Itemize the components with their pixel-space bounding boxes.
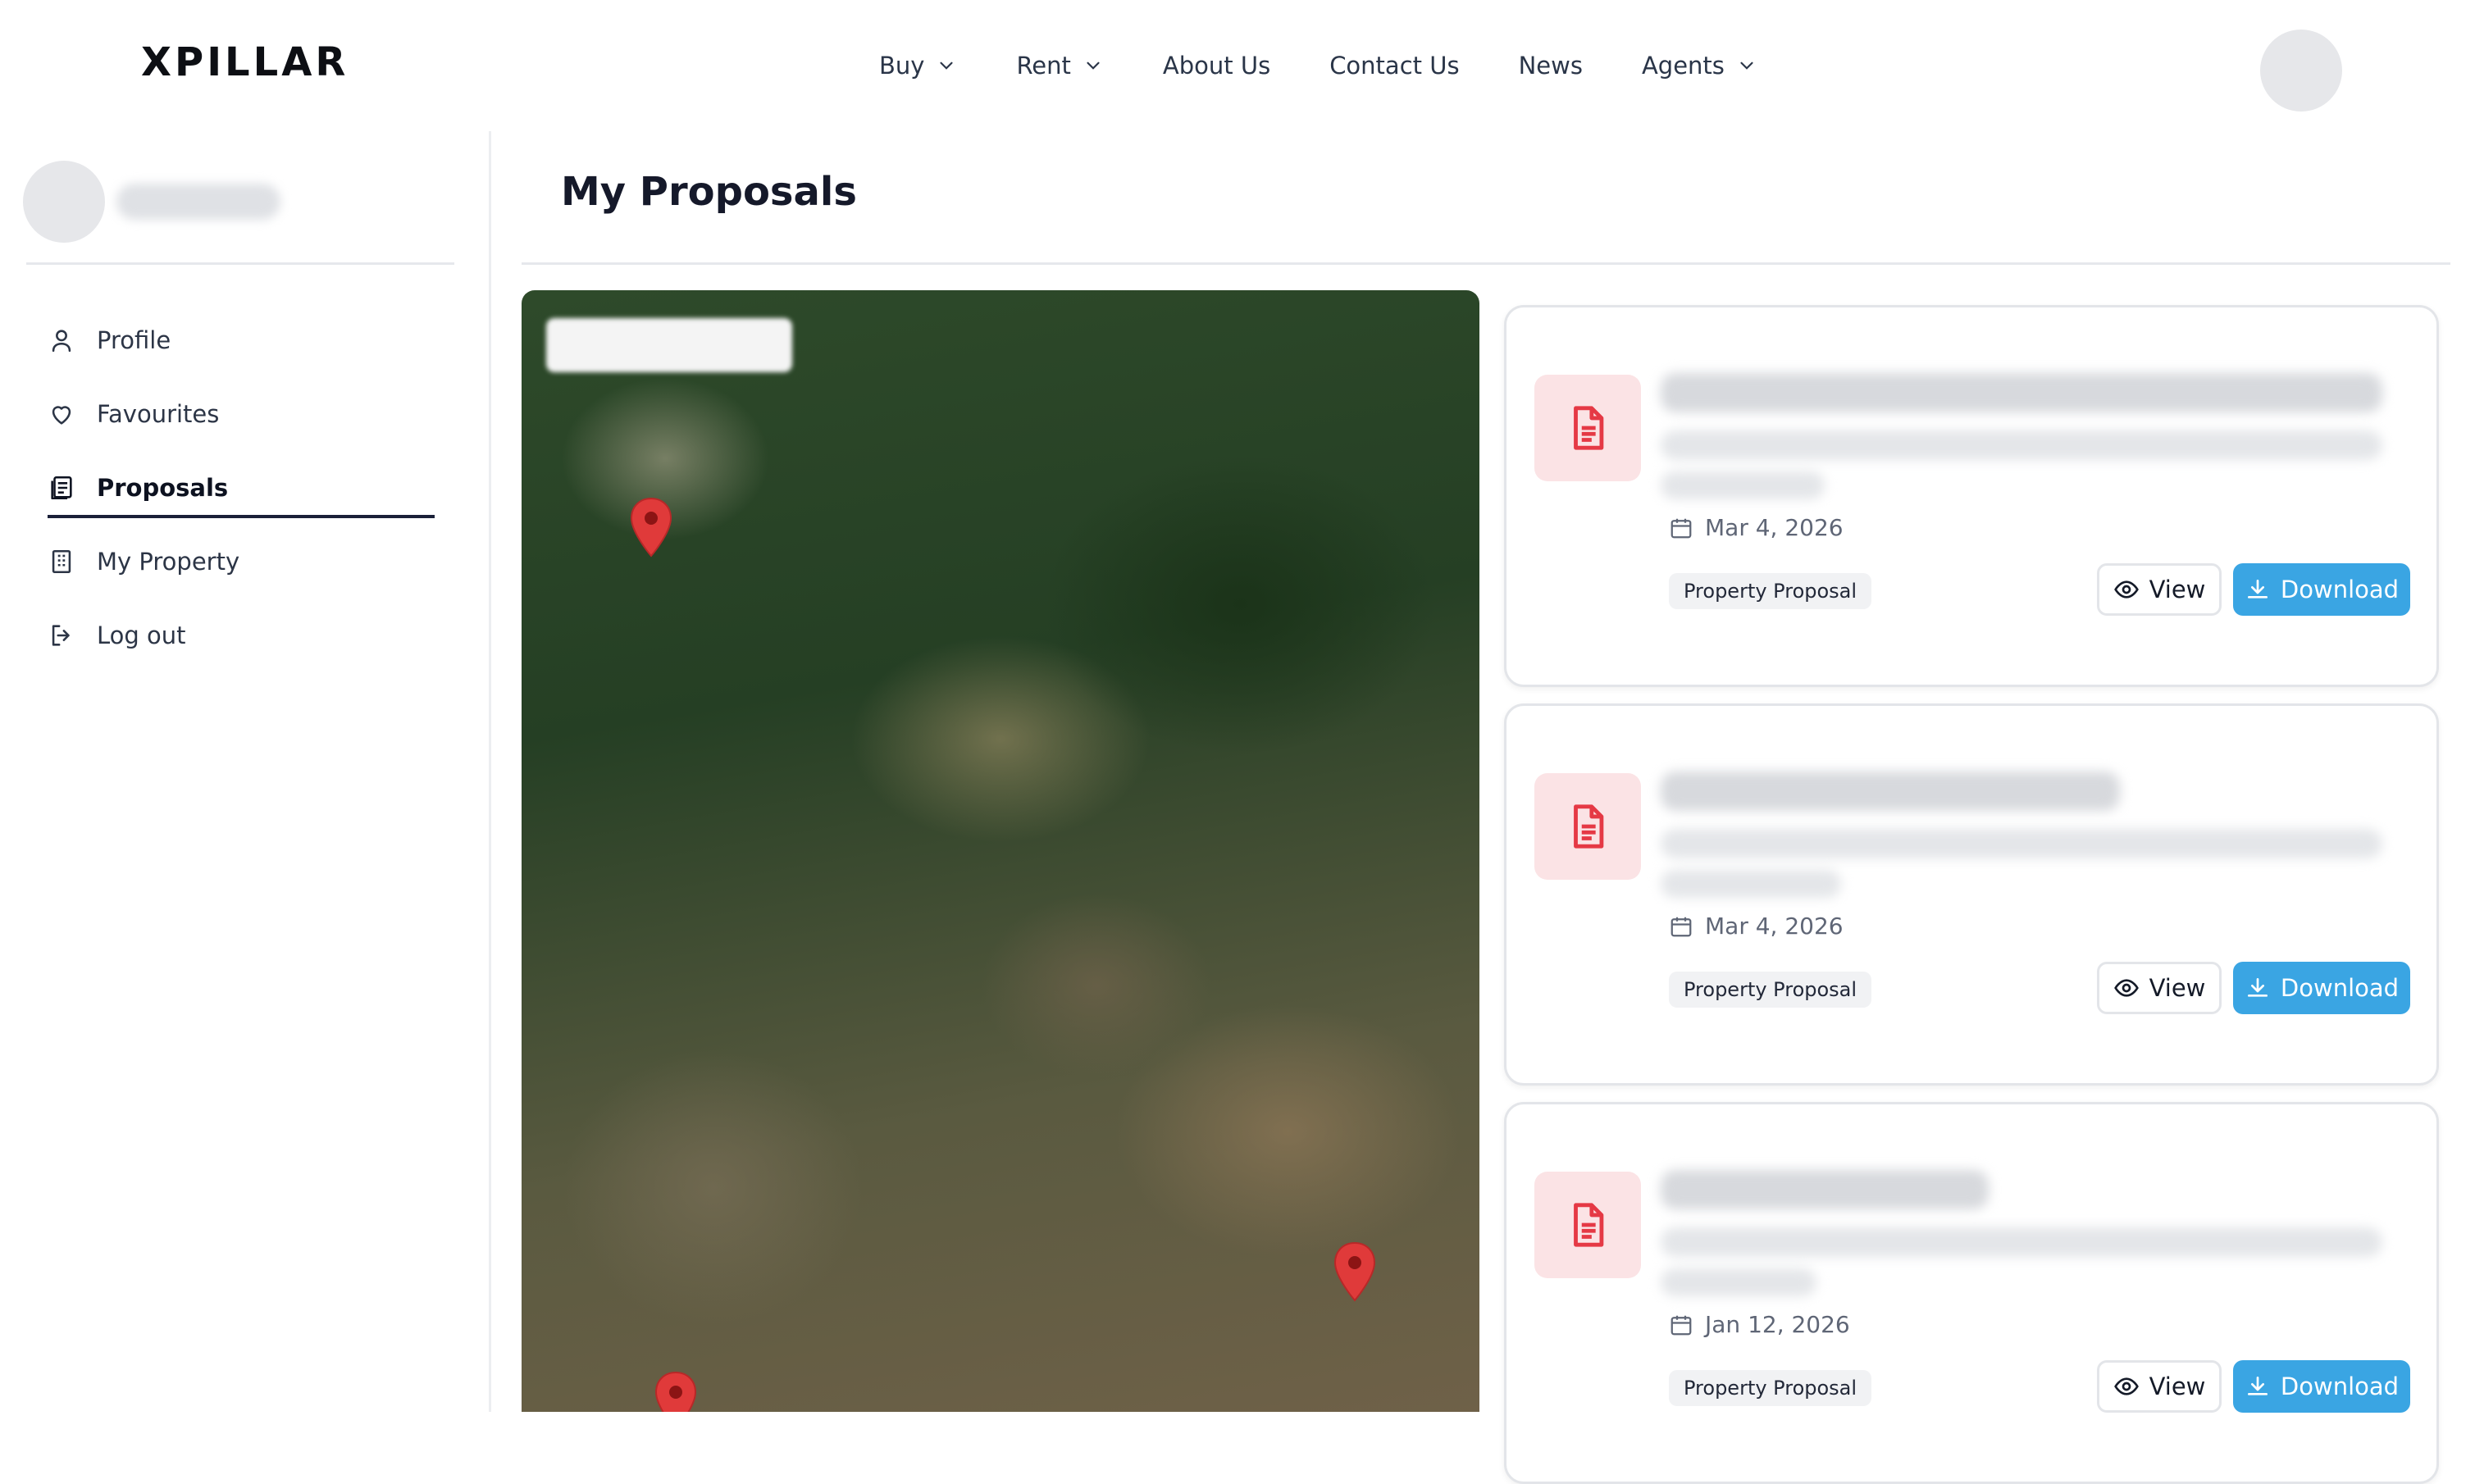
sidebar-item-favourites[interactable]: Favourites (48, 377, 435, 451)
document-icon-box (1534, 375, 1641, 481)
satellite-map[interactable] (522, 290, 1479, 1412)
nav-item-label: Buy (879, 52, 925, 80)
main-nav: Buy Rent About Us Contact Us News Agents (879, 46, 1757, 85)
download-icon (2247, 978, 2268, 997)
proposal-card: Mar 4, 2026 Property Proposal View Downl… (1504, 305, 2439, 687)
divider (26, 262, 454, 265)
sidebar-item-proposals[interactable]: Proposals (48, 451, 435, 525)
chevron-down-icon (940, 61, 954, 70)
nav-item-label: News (1518, 52, 1583, 80)
proposal-meta-redacted (1661, 870, 1841, 898)
chevron-down-icon (1087, 61, 1100, 70)
document-icon (1574, 1203, 1604, 1247)
top-header: XPILLAR Buy Rent About Us Contact Us New… (0, 0, 2475, 131)
proposal-date: Jan 12, 2026 (1669, 1311, 1850, 1338)
user-icon (52, 330, 71, 353)
building-icon (52, 549, 71, 574)
map-pin-icon[interactable] (628, 497, 674, 559)
nav-buy[interactable]: Buy (879, 52, 957, 80)
profile-name-redacted (116, 184, 280, 220)
sidebar-item-label: My Property (97, 548, 240, 576)
map-pin-icon[interactable] (653, 1371, 699, 1412)
divider (522, 262, 2450, 265)
nav-news[interactable]: News (1519, 52, 1583, 80)
nav-item-label: Rent (1016, 52, 1071, 80)
proposal-title-redacted (1661, 373, 2382, 412)
view-button[interactable]: View (2097, 962, 2222, 1014)
nav-item-label: Agents (1641, 52, 1725, 80)
calendar-icon (1671, 1315, 1692, 1335)
nav-rent[interactable]: Rent (1016, 52, 1103, 80)
proposal-date-text: Mar 4, 2026 (1705, 514, 1844, 541)
page-title: My Proposals (561, 169, 857, 215)
download-icon (2247, 1377, 2268, 1395)
user-avatar-button[interactable] (2260, 30, 2342, 112)
nav-contact-us[interactable]: Contact Us (1329, 52, 1459, 80)
document-icon-box (1534, 1172, 1641, 1278)
sidebar-item-label: Profile (97, 326, 171, 354)
map-pin-icon[interactable] (1332, 1241, 1378, 1304)
nav-item-label: Contact Us (1329, 52, 1460, 80)
eye-icon (2113, 979, 2139, 997)
calendar-icon (1671, 518, 1692, 538)
download-button[interactable]: Download (2233, 1360, 2410, 1413)
view-button-label: View (2149, 576, 2206, 603)
heart-icon (52, 406, 71, 425)
profile-avatar (23, 161, 105, 243)
chevron-down-icon (1740, 61, 1753, 70)
download-button-label: Download (2280, 576, 2400, 603)
eye-icon (2113, 1377, 2139, 1395)
proposal-date: Mar 4, 2026 (1669, 514, 1844, 541)
brand-logo[interactable]: XPILLAR (141, 39, 349, 85)
proposal-title-redacted (1661, 772, 2120, 811)
view-button-label: View (2149, 1372, 2206, 1400)
document-icon-box (1534, 773, 1641, 880)
sidebar-item-log-out[interactable]: Log out (48, 599, 435, 672)
account-sidebar: Profile Favourites Proposals My Property… (0, 131, 491, 1412)
sidebar-menu: Profile Favourites Proposals My Property… (48, 303, 435, 672)
proposal-type-badge: Property Proposal (1669, 573, 1872, 609)
sidebar-item-label: Log out (97, 621, 186, 649)
proposal-card: Mar 4, 2026 Property Proposal View Downl… (1504, 703, 2439, 1086)
proposal-meta-redacted (1661, 1268, 1816, 1296)
proposal-type-badge: Property Proposal (1669, 972, 1872, 1008)
nav-about-us[interactable]: About Us (1163, 52, 1270, 80)
proposals-icon (51, 476, 72, 500)
proposal-address-redacted (1661, 829, 2382, 858)
proposal-date: Mar 4, 2026 (1669, 913, 1844, 940)
proposal-address-redacted (1661, 430, 2382, 460)
proposal-title-redacted (1661, 1170, 1989, 1209)
proposal-date-text: Mar 4, 2026 (1705, 913, 1844, 940)
sidebar-item-label: Favourites (97, 400, 220, 428)
nav-agents[interactable]: Agents (1642, 52, 1757, 80)
download-button-label: Download (2280, 1372, 2400, 1400)
view-button-label: View (2149, 974, 2206, 1002)
proposal-meta-redacted (1661, 471, 1825, 499)
map-label-redacted (546, 318, 792, 372)
proposal-address-redacted (1661, 1227, 2382, 1257)
sidebar-item-my-property[interactable]: My Property (48, 525, 435, 599)
view-button[interactable]: View (2097, 563, 2222, 616)
proposal-card: Jan 12, 2026 Property Proposal View Down… (1504, 1102, 2439, 1484)
document-icon (1574, 804, 1604, 849)
document-icon (1574, 406, 1604, 450)
proposal-type-badge: Property Proposal (1669, 1370, 1872, 1406)
proposal-date-text: Jan 12, 2026 (1705, 1311, 1850, 1338)
eye-icon (2113, 580, 2139, 599)
calendar-icon (1671, 917, 1692, 936)
sidebar-item-profile[interactable]: Profile (48, 303, 435, 377)
logout-icon (52, 625, 70, 646)
sidebar-item-label: Proposals (97, 474, 229, 502)
nav-item-label: About Us (1162, 52, 1271, 80)
view-button[interactable]: View (2097, 1360, 2222, 1413)
download-button[interactable]: Download (2233, 563, 2410, 616)
download-button-label: Download (2280, 974, 2400, 1002)
download-button[interactable]: Download (2233, 962, 2410, 1014)
download-icon (2247, 580, 2268, 599)
